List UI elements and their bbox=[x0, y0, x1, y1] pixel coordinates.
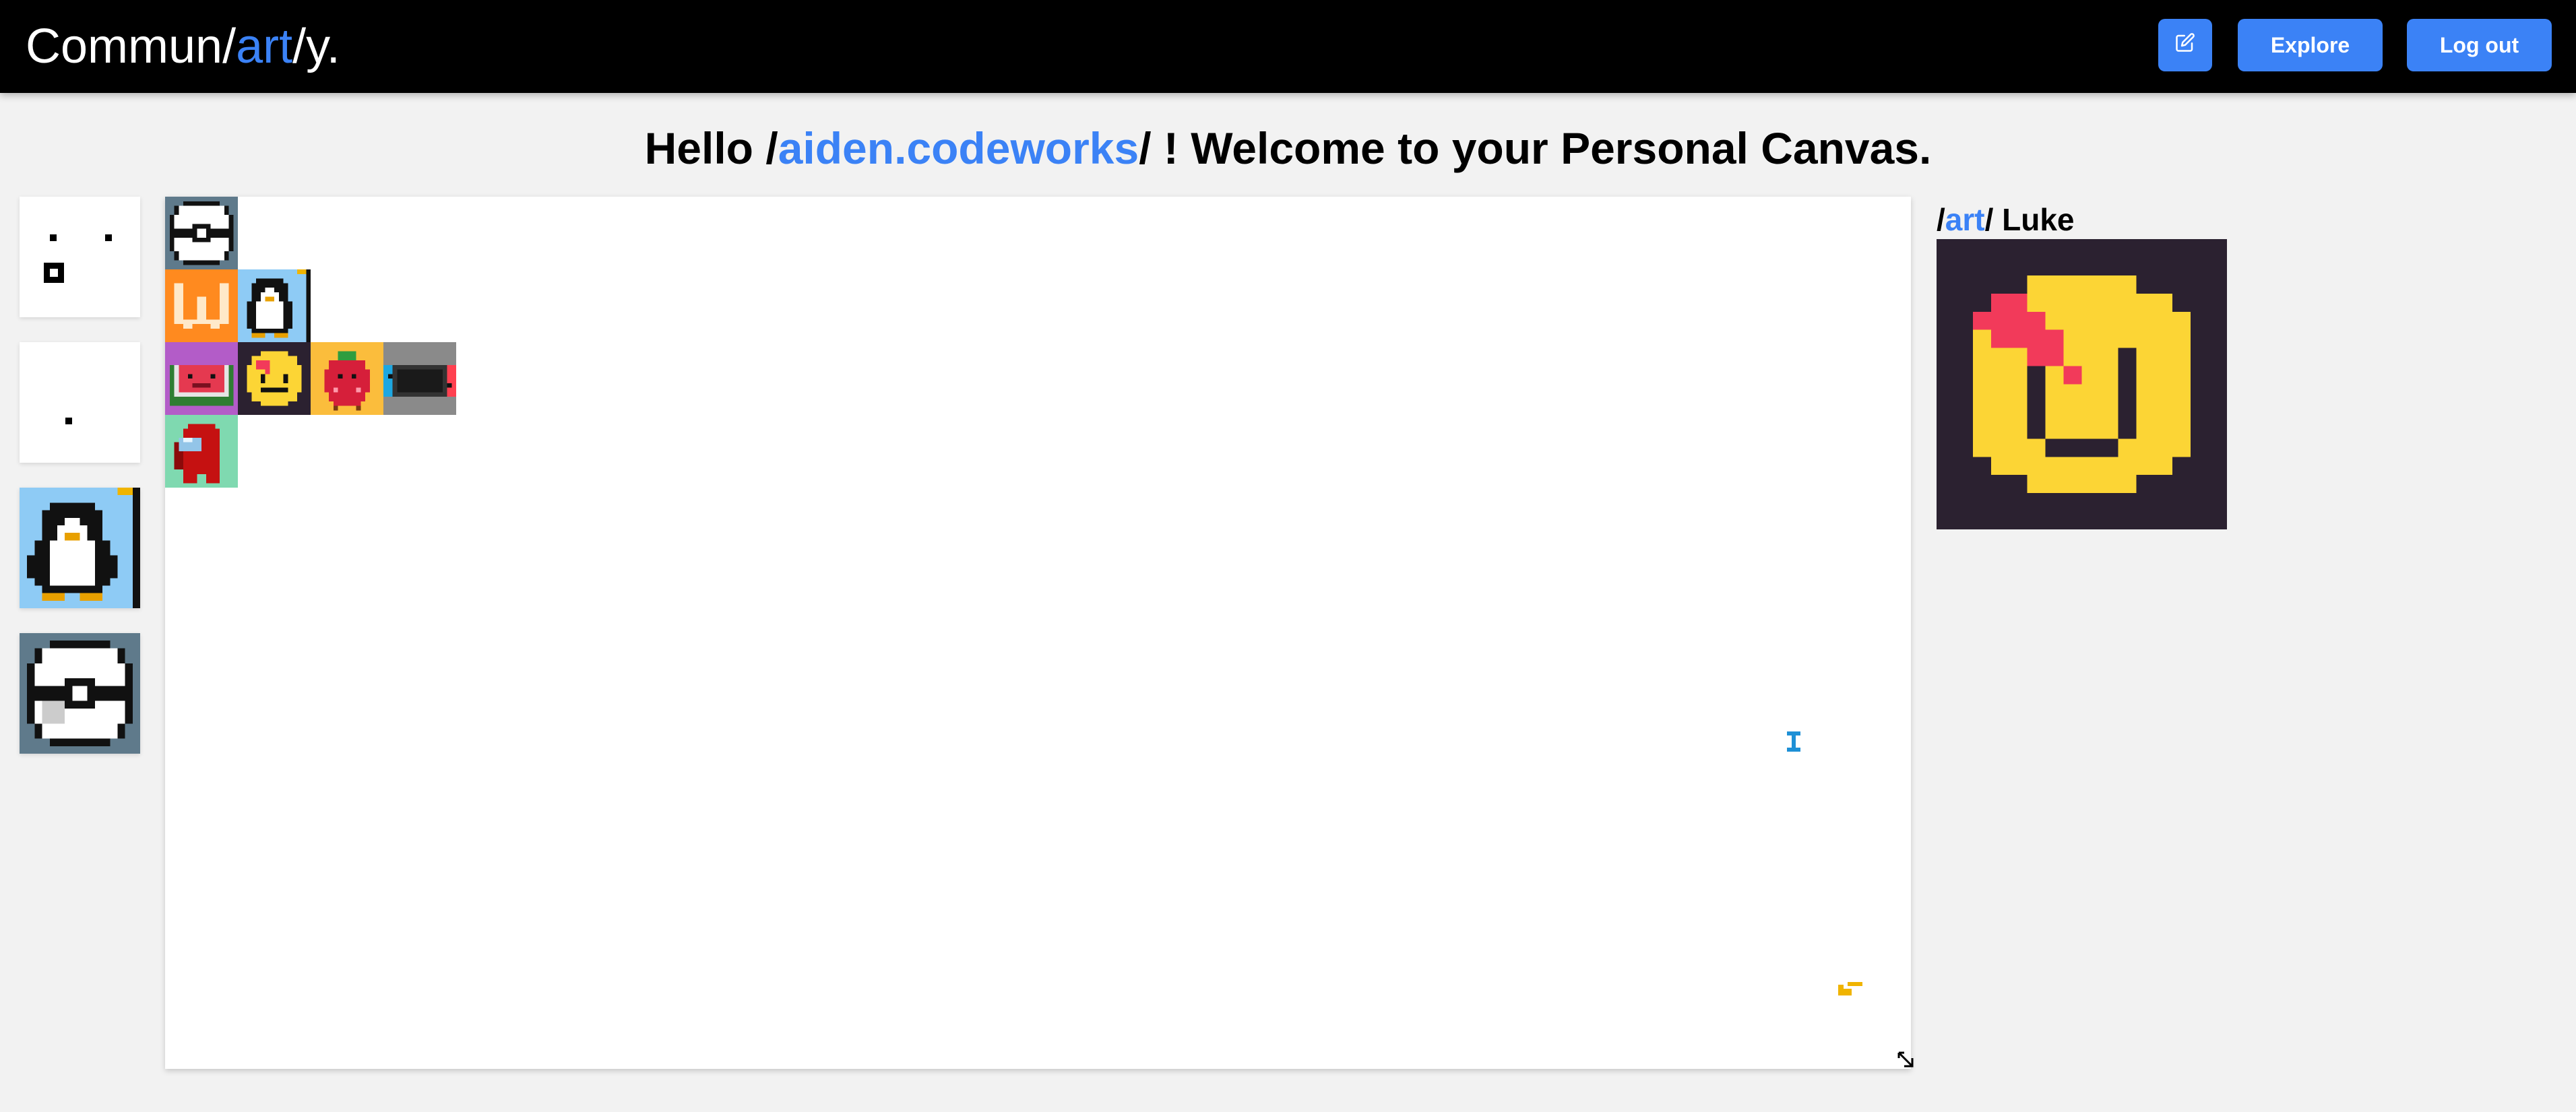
explore-button[interactable]: Explore bbox=[2238, 19, 2383, 71]
brand-logo[interactable]: Commun/art/y. bbox=[26, 16, 340, 77]
brand-suffix: /y. bbox=[292, 20, 340, 73]
pencil-square-icon bbox=[2175, 32, 2195, 58]
greeting-prefix: Hello / bbox=[644, 123, 778, 173]
pointer-cursor-icon bbox=[1838, 982, 1862, 995]
personal-canvas[interactable] bbox=[165, 197, 1914, 1069]
edit-button[interactable] bbox=[2158, 19, 2212, 71]
thumbnail-pokeball[interactable] bbox=[20, 633, 140, 754]
preview-title-accent: art bbox=[1945, 202, 1985, 237]
tile-switch-console[interactable] bbox=[383, 342, 456, 415]
tile-watermelon[interactable] bbox=[165, 342, 238, 415]
thumbnail-single-dot[interactable] bbox=[20, 342, 140, 463]
username-link[interactable]: aiden.codeworks bbox=[778, 123, 1139, 173]
brand-prefix: Commun/ bbox=[26, 20, 237, 73]
art-preview-smiley[interactable] bbox=[1937, 239, 2227, 529]
top-navbar: Commun/art/y. Explore Log out bbox=[0, 0, 2576, 93]
tile-penguin[interactable] bbox=[238, 269, 311, 342]
resize-handle-icon[interactable] bbox=[1897, 1051, 1914, 1068]
tile-strawberry[interactable] bbox=[311, 342, 383, 415]
thumbnail-penguin[interactable] bbox=[20, 488, 140, 608]
tile-crewmate[interactable] bbox=[165, 415, 238, 488]
tile-smiley[interactable] bbox=[238, 342, 311, 415]
logout-button[interactable]: Log out bbox=[2407, 19, 2552, 71]
brand-accent: art bbox=[236, 20, 293, 73]
page-title: Hello /aiden.codeworks/ ! Welcome to you… bbox=[0, 115, 2576, 182]
preview-title-prefix: / bbox=[1937, 202, 1945, 237]
tile-w-logo[interactable] bbox=[165, 269, 238, 342]
thumbnail-sparse-dots[interactable] bbox=[20, 197, 140, 317]
preview-title-suffix: / Luke bbox=[1984, 202, 2075, 237]
tile-pokeball[interactable] bbox=[165, 197, 238, 269]
greeting-suffix: / ! Welcome to your Personal Canvas. bbox=[1139, 123, 1932, 173]
preview-title: /art/ Luke bbox=[1937, 199, 2075, 240]
text-cursor-icon bbox=[1787, 731, 1800, 752]
